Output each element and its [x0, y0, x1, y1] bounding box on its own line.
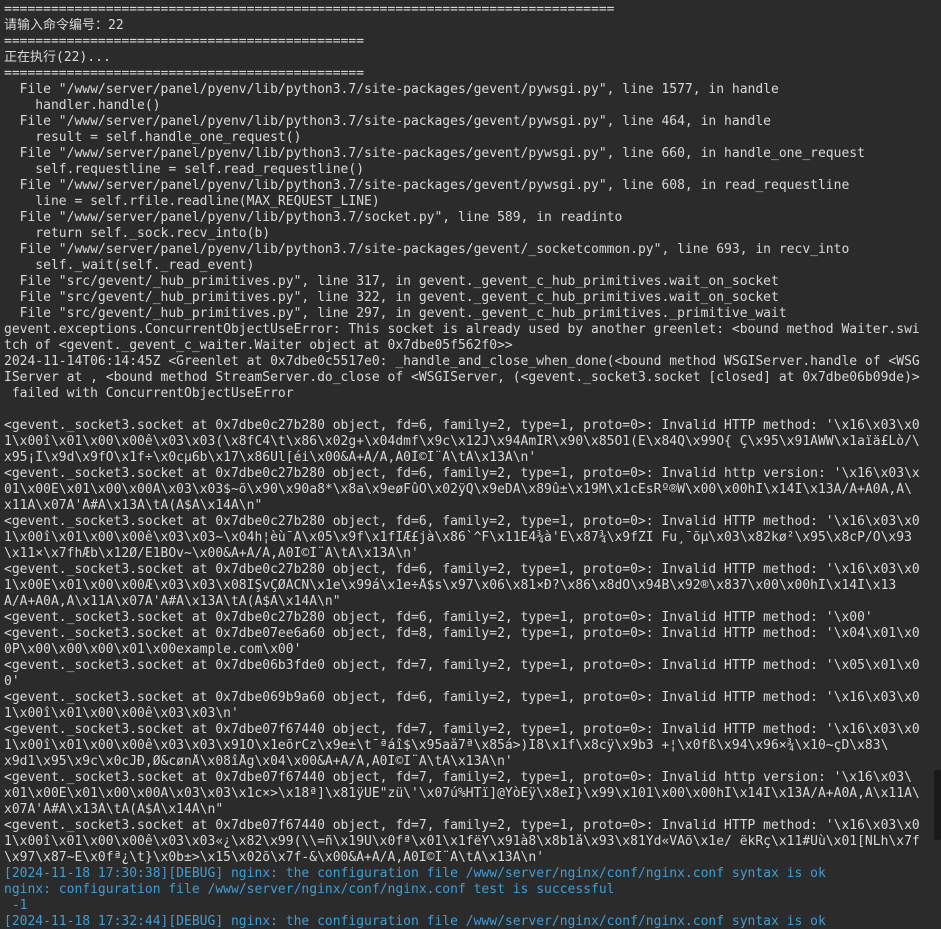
terminal-line: IServer at , <bound method StreamServer.… — [4, 370, 920, 385]
terminal-line: 1\x00Ê\x01\x00\x00Æ\x03\x03\x08ÏŞvÇØÁCN\… — [4, 578, 897, 593]
terminal-line: <gevent._socket3.socket at 0x7dbe0c27b28… — [4, 514, 920, 529]
terminal-line: <gevent._socket3.socket at 0x7dbe0c27b28… — [4, 418, 920, 433]
terminal-line: ========================================… — [4, 2, 615, 17]
terminal-line: 0' — [4, 674, 20, 689]
terminal-line: <gevent._socket3.socket at 0x7dbe06b3fde… — [4, 658, 920, 673]
terminal-output[interactable]: ========================================… — [0, 0, 941, 929]
scrollbar-thumb[interactable] — [934, 770, 941, 840]
terminal-line: 2024-11-14T06:14:45Z <Greenlet at 0x7dbe… — [4, 354, 920, 369]
terminal-line: 01\x00È\x01\x00\x00Ä\x03\x03$~õ\x90\x90a… — [4, 482, 912, 497]
terminal-line: tch of <gevent._gevent_c_waiter.Waiter o… — [4, 338, 513, 353]
terminal-line: À/À+À0À,À\x11À\x07À'À#À\x13À\tÀ(À$À\x14À… — [4, 594, 341, 609]
terminal-line: <gevent._socket3.socket at 0x7dbe07f6744… — [4, 770, 912, 785]
terminal-line: ========================================… — [4, 34, 365, 49]
terminal-line: 1\x00î\x01\x00\x00ê\x03\x03«¿\x82\x99(\\… — [4, 834, 920, 849]
terminal-line: File "/www/server/panel/pyenv/lib/python… — [4, 146, 865, 161]
terminal-line: 1\x00î\x01\x00\x00ê\x03\x03(\x8fC4\t\x86… — [4, 434, 920, 449]
terminal-line: 1\x00î\x01\x00\x00ê\x03\x03~\x04h¦èù¯Â\x… — [4, 530, 912, 545]
terminal-line: <gevent._socket3.socket at 0x7dbe0c27b28… — [4, 562, 920, 577]
terminal-line: File "/www/server/panel/pyenv/lib/python… — [4, 210, 623, 225]
terminal-line: <gevent._socket3.socket at 0x7dbe069b9a6… — [4, 690, 920, 705]
terminal-line: x95¡Î\x9d\x9fÖ\x1f÷\x0cµ6b\x17\x86Ül[éi\… — [4, 450, 537, 465]
terminal-line: self.requestline = self.read_requestline… — [4, 162, 365, 177]
terminal-line: <gevent._socket3.socket at 0x7dbe0c27b28… — [4, 610, 873, 625]
terminal-line: File "/www/server/panel/pyenv/lib/python… — [4, 82, 779, 97]
terminal-line: File "/www/server/panel/pyenv/lib/python… — [4, 114, 772, 129]
terminal-line: handler.handle() — [4, 98, 161, 113]
terminal-line: [2024-11-18 17:32:44][DEBUG] nginx: the … — [4, 914, 826, 929]
terminal-line: 请输入命令编号：22 — [4, 18, 124, 33]
terminal-line: x9d1\x95\x9c\x0cJÐ,Ø&cønÅ\x08îÅg\x04\x00… — [4, 754, 513, 769]
terminal-line: x11À\x07À'À#À\x13À\tÀ(À$À\x14À\n" — [4, 498, 263, 513]
terminal-line: line = self.rfile.readline(MAX_REQUEST_L… — [4, 194, 380, 209]
terminal-line: \x97\x87~È\x0fª¿\t}\x0b±>\x15\x02õ\x7f-&… — [4, 850, 545, 865]
terminal-line: File "/www/server/panel/pyenv/lib/python… — [4, 178, 850, 193]
terminal-line: failed with ConcurrentObjectUseError — [4, 386, 294, 401]
terminal-line: File "src/gevent/_hub_primitives.py", li… — [4, 274, 779, 289]
terminal-line: result = self.handle_one_request() — [4, 130, 302, 145]
terminal-line: File "src/gevent/_hub_primitives.py", li… — [4, 306, 787, 321]
terminal-line: 1\x00î\x01\x00\x00ê\x03\x03\n' — [4, 706, 239, 721]
terminal-line: gevent.exceptions.ConcurrentObjectUseErr… — [4, 322, 920, 337]
terminal-line: return self._sock.recv_into(b) — [4, 226, 271, 241]
terminal-line: 正在执行(22)... — [4, 50, 111, 65]
terminal-line: File "src/gevent/_hub_primitives.py", li… — [4, 290, 779, 305]
terminal-line: \x11×\x7fhÆb\x12Ø/Ê1BOv~\x00&À+À/À,À0Ì©Ì… — [4, 546, 419, 561]
terminal-line: ========================================… — [4, 66, 365, 81]
terminal-line: <gevent._socket3.socket at 0x7dbe07f6744… — [4, 818, 920, 833]
terminal-line: self._wait(self._read_event) — [4, 258, 255, 273]
terminal-line: -1 — [4, 898, 28, 913]
terminal-line: x01\x00È\x01\x00\x00Ä\x03\x03\x1c×>\x18ª… — [4, 786, 920, 801]
terminal-line: <gevent._socket3.socket at 0x7dbe07f6744… — [4, 722, 920, 737]
terminal-line: 0P\x00\x00\x00\x01\x00example.com\x00' — [4, 642, 302, 657]
terminal-line: x07À'À#À\x13À\tÀ(À$À\x14À\n" — [4, 802, 224, 817]
terminal-line: File "/www/server/panel/pyenv/lib/python… — [4, 242, 850, 257]
terminal-line: nginx: configuration file /www/server/ng… — [4, 882, 615, 897]
terminal-line: 1\x00î\x01\x00\x00ê\x03\x03\x91Ô\x1eõrCz… — [4, 738, 889, 753]
terminal-line: [2024-11-18 17:30:38][DEBUG] nginx: the … — [4, 866, 826, 881]
terminal-line: <gevent._socket3.socket at 0x7dbe0c27b28… — [4, 466, 920, 481]
terminal-line: <gevent._socket3.socket at 0x7dbe07ee6a6… — [4, 626, 920, 641]
